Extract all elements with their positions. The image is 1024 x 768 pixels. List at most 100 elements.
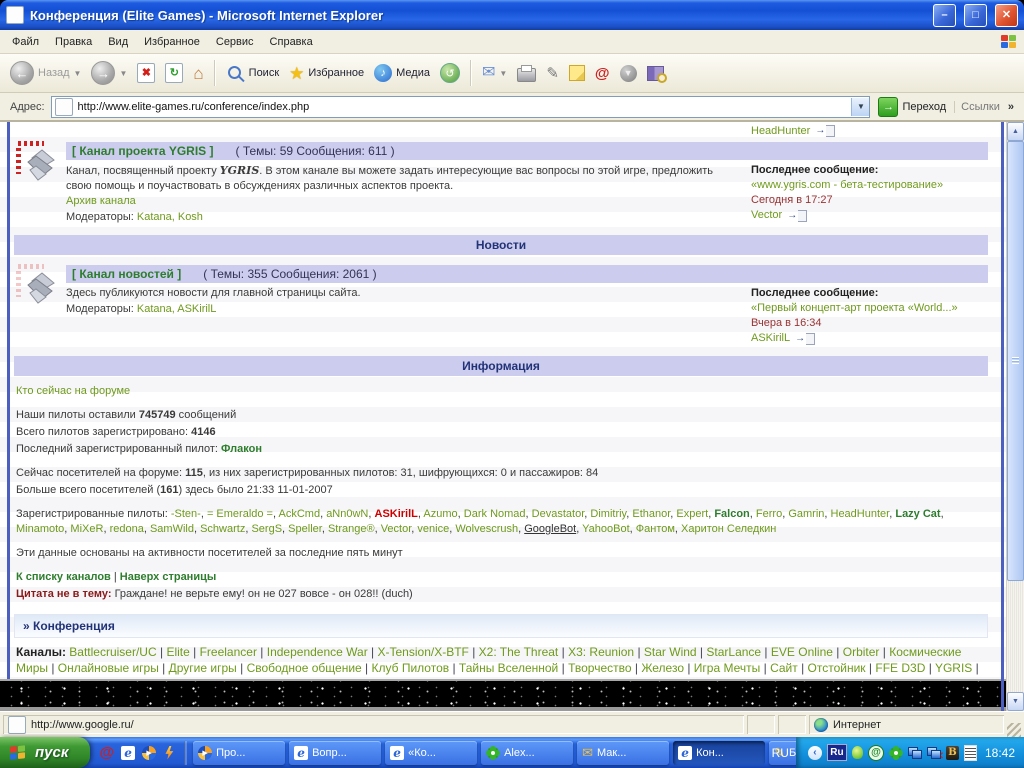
footer-channel-link[interactable]: Тайны Вселенной <box>459 661 558 675</box>
footer-channel-link[interactable]: FFE D3D <box>875 661 925 675</box>
channel-title-link[interactable]: [ Канал проекта YGRIS ] <box>72 144 214 158</box>
address-input[interactable]: http://www.elite-games.ru/conference/ind… <box>51 96 871 118</box>
stop-button[interactable] <box>133 61 159 85</box>
pilot-link[interactable]: Strange® <box>328 523 375 535</box>
pilot-link[interactable]: Speller <box>288 523 322 535</box>
edit-button[interactable] <box>542 64 563 83</box>
task-button[interactable]: Alex... <box>481 741 573 765</box>
who-is-online-link[interactable]: Кто сейчас на форуме <box>16 385 130 397</box>
resize-grip[interactable] <box>1007 723 1021 737</box>
footer-channel-link[interactable]: EVE Online <box>771 645 833 659</box>
pilot-link[interactable]: = Emeraldo = <box>207 508 273 520</box>
footer-channel-link[interactable]: Сайт <box>770 661 798 675</box>
forward-button[interactable]: ▼ <box>87 59 131 87</box>
last-topic-link[interactable]: «www.ygris.com - бета-тестирование» <box>751 179 943 191</box>
tray-language-icon[interactable]: Ru <box>827 744 847 761</box>
menu-item[interactable]: Справка <box>262 33 321 51</box>
links-toolbar[interactable]: Ссылки <box>954 101 1020 113</box>
pilot-link[interactable]: SamWild <box>150 523 194 535</box>
scrollbar-track[interactable] <box>1007 581 1024 692</box>
research-button[interactable] <box>643 64 668 83</box>
pilot-link[interactable]: Expert <box>676 508 708 520</box>
pilot-link[interactable]: Falcon <box>714 508 749 520</box>
pilot-link[interactable]: Харитон Селедкин <box>681 523 776 535</box>
home-button[interactable] <box>189 63 207 84</box>
footer-channel-link[interactable]: Battlecruiser/UC <box>69 645 156 659</box>
to-top-link[interactable]: Наверх страницы <box>120 571 216 583</box>
quicklaunch-mail-at-icon[interactable] <box>99 745 114 760</box>
task-button[interactable]: Про... <box>193 741 285 765</box>
last-author-link[interactable]: HeadHunter <box>751 125 810 137</box>
favorites-button[interactable]: Избранное <box>285 63 368 84</box>
pilot-link[interactable]: GoogleBot <box>524 523 576 535</box>
menu-item[interactable]: Сервис <box>208 33 262 51</box>
pilot-link[interactable]: SergS <box>251 523 282 535</box>
close-button[interactable]: ✕ <box>995 4 1018 27</box>
pilot-link[interactable]: AckCmd <box>279 508 321 520</box>
task-button[interactable]: «Ко... <box>385 741 477 765</box>
footer-channel-link[interactable]: Клуб Пилотов <box>372 661 450 675</box>
tray-bulb-icon[interactable] <box>852 746 863 759</box>
footer-channel-link[interactable]: Independence War <box>267 645 368 659</box>
refresh-button[interactable] <box>161 61 187 85</box>
footer-channel-link[interactable]: Elite <box>166 645 189 659</box>
last-registered-pilot-link[interactable]: Флакон <box>221 443 262 455</box>
pilot-link[interactable]: Azumo <box>423 508 457 520</box>
footer-channel-link[interactable]: Orbiter <box>843 645 880 659</box>
pilot-link[interactable]: Vector <box>381 523 412 535</box>
pilot-link[interactable]: Dark Nomad <box>464 508 526 520</box>
footer-channel-link[interactable]: Star Wind <box>644 645 697 659</box>
start-button[interactable]: пуск <box>0 737 90 768</box>
footer-channel-link[interactable]: Freelancer <box>200 645 257 659</box>
pilot-link[interactable]: MiXeR <box>70 523 103 535</box>
pilot-link[interactable]: Devastator <box>532 508 585 520</box>
goto-last-post-icon[interactable] <box>795 333 815 345</box>
notes-button[interactable] <box>565 63 589 83</box>
messenger-button[interactable] <box>616 63 641 84</box>
pilot-link[interactable]: Фантом <box>636 523 675 535</box>
pilot-link[interactable]: redona <box>110 523 144 535</box>
menu-item[interactable]: Правка <box>47 33 100 51</box>
quicklaunch-ie-icon[interactable] <box>121 746 135 760</box>
pilot-link[interactable]: -Sten- <box>171 508 201 520</box>
minimize-button[interactable]: – <box>933 4 956 27</box>
pilot-link[interactable]: HeadHunter <box>831 508 890 520</box>
pilot-link[interactable]: Schwartz <box>200 523 245 535</box>
scroll-down-button[interactable]: ▼ <box>1007 692 1024 711</box>
maximize-button[interactable]: □ <box>964 4 987 27</box>
pilot-link[interactable]: aNn0wN <box>326 508 368 520</box>
pilot-link[interactable]: ASKirilL <box>375 508 418 520</box>
pilot-link[interactable]: Lazy Cat <box>895 508 940 520</box>
pilot-link[interactable]: YahooBot <box>582 523 630 535</box>
pilot-link[interactable]: Minamoto <box>16 523 64 535</box>
footer-channel-link[interactable]: Игра Мечты <box>694 661 760 675</box>
pilot-link[interactable]: Gamrin <box>788 508 824 520</box>
menu-item[interactable]: Избранное <box>136 33 208 51</box>
scrollbar-thumb[interactable] <box>1007 141 1024 581</box>
menu-item[interactable]: Файл <box>4 33 47 51</box>
tray-icq-flower-icon[interactable] <box>894 751 898 755</box>
footer-channel-link[interactable]: Свободное общение <box>247 661 362 675</box>
tray-grid-icon[interactable] <box>964 745 977 761</box>
footer-channel-link[interactable]: Железо <box>641 661 684 675</box>
archive-link[interactable]: Архив канала <box>66 195 136 207</box>
scroll-up-button[interactable]: ▲ <box>1007 122 1024 141</box>
footer-channel-link[interactable]: X3: Reunion <box>568 645 634 659</box>
task-button[interactable]: Мак... <box>577 741 669 765</box>
back-button[interactable]: Назад ▼ <box>6 59 85 87</box>
channel-title-link[interactable]: [ Канал новостей ] <box>72 267 181 281</box>
moderators-links[interactable]: Katana, Kosh <box>137 211 203 223</box>
task-button[interactable]: Вопр... <box>289 741 381 765</box>
pilot-link[interactable]: Ferro <box>756 508 782 520</box>
go-button[interactable]: Переход <box>870 97 954 117</box>
to-channel-list-link[interactable]: К списку каналов <box>16 571 111 583</box>
address-dropdown-button[interactable]: ▼ <box>851 98 869 116</box>
goto-last-post-icon[interactable] <box>787 210 807 222</box>
tray-network-icon[interactable] <box>908 747 922 759</box>
moderators-links[interactable]: Katana, ASKirilL <box>137 303 217 315</box>
vertical-scrollbar[interactable]: ▲ ▼ <box>1006 122 1024 711</box>
search-button[interactable]: Поиск <box>222 62 283 85</box>
footer-channel-link[interactable]: X-Tension/X-BTF <box>378 645 469 659</box>
menu-item[interactable]: Вид <box>100 33 136 51</box>
pilot-link[interactable]: venice <box>417 523 449 535</box>
